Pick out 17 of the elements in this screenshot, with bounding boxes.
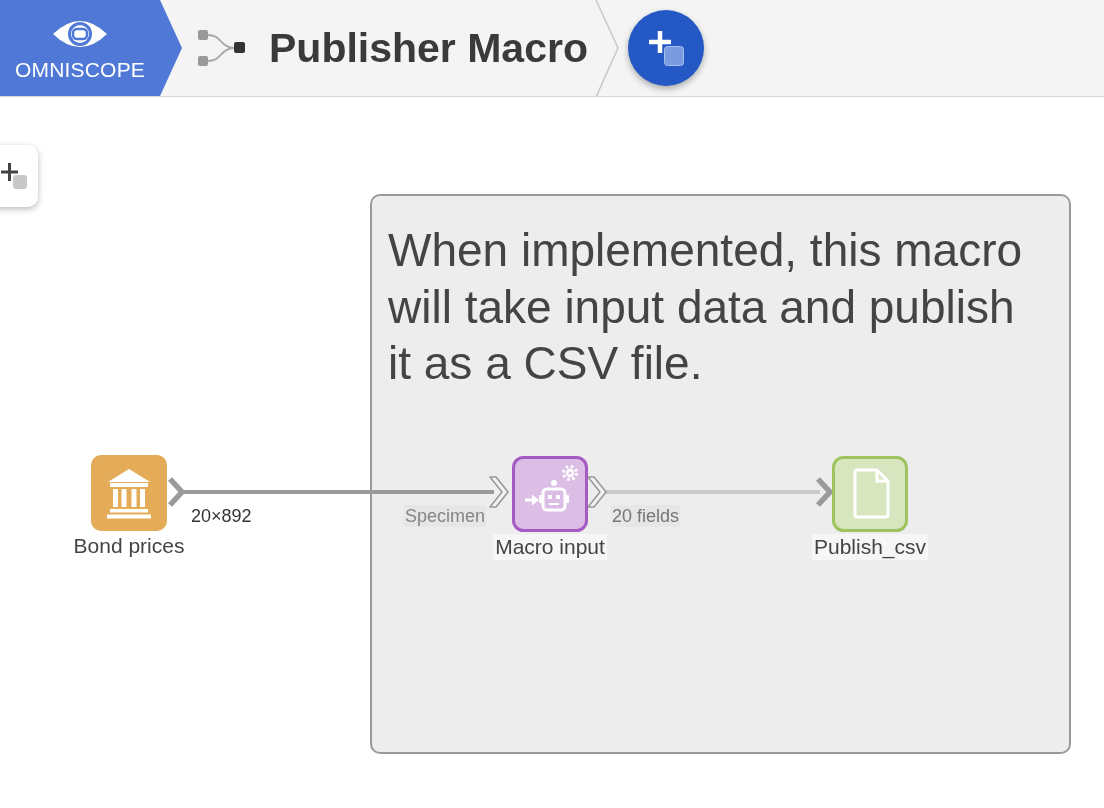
- group-description: When implemented, this macro will take input data and publish it as a CSV file.: [388, 223, 1024, 391]
- page-title: Publisher Macro: [269, 24, 588, 73]
- add-block-button[interactable]: [628, 10, 704, 86]
- robot-icon[interactable]: [512, 456, 588, 532]
- input-port-label: Specimen: [403, 505, 486, 527]
- add-block-button[interactable]: [0, 145, 38, 207]
- workflow-icon: [198, 30, 245, 66]
- node-label: Bond prices: [72, 533, 186, 559]
- node-label: Publish_csv: [811, 534, 929, 560]
- logo-text: OMNISCOPE: [14, 58, 146, 82]
- plus-square-icon: [0, 162, 28, 190]
- connection-label: 20 fields: [611, 505, 681, 527]
- eye-icon: [52, 18, 108, 50]
- logo-banner[interactable]: OMNISCOPE: [0, 0, 182, 96]
- node-label: Macro input: [493, 534, 607, 560]
- plus-square-icon: [646, 28, 686, 68]
- connection-label: 20×892: [190, 505, 253, 527]
